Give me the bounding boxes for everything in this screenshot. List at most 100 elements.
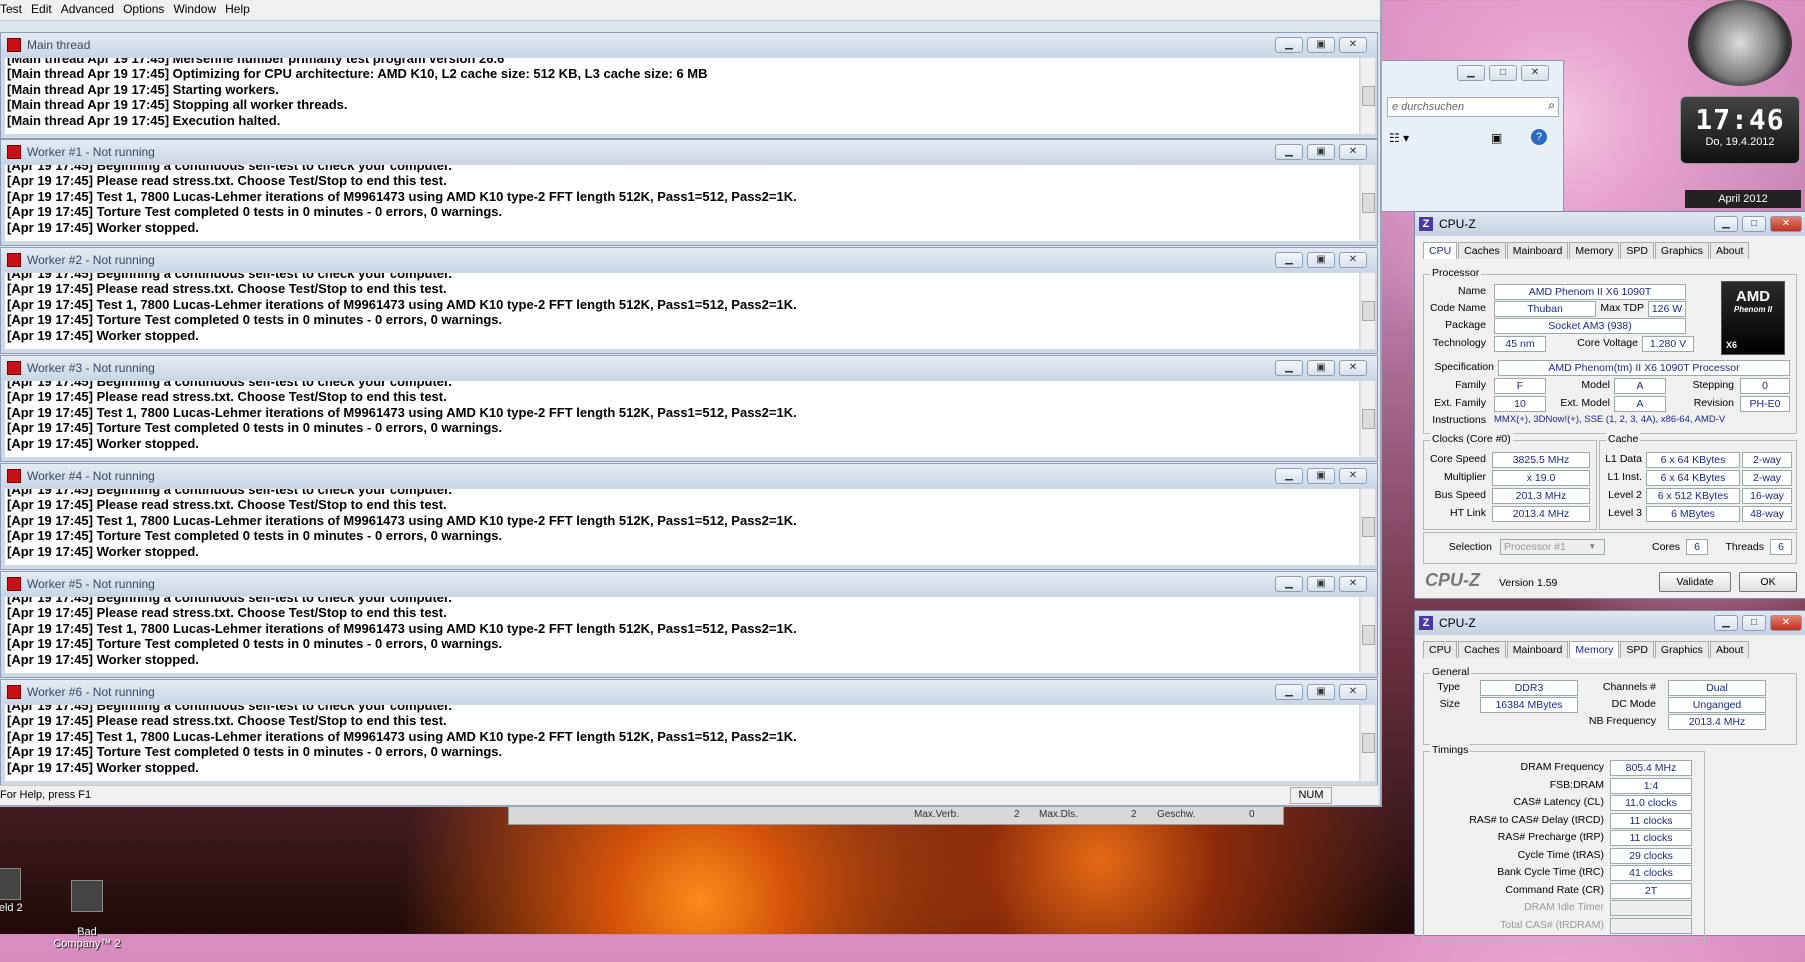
tab-memory[interactable]: Memory bbox=[1569, 242, 1620, 259]
chevron-down-icon[interactable]: ▾ bbox=[1590, 541, 1595, 552]
menu-help[interactable]: Help bbox=[225, 0, 259, 20]
close-icon[interactable]: ✕ bbox=[1770, 615, 1802, 631]
tab-about[interactable]: About bbox=[1709, 242, 1750, 259]
restore-icon[interactable]: ▣ bbox=[1307, 468, 1335, 484]
scrollbar-thumb[interactable] bbox=[1362, 733, 1375, 753]
minimize-icon[interactable]: ▁ bbox=[1275, 684, 1303, 700]
log-output[interactable]: [Apr 19 17:45] Beginning a continuous se… bbox=[5, 273, 1359, 349]
minimize-icon[interactable]: ▁ bbox=[1714, 615, 1738, 631]
restore-icon[interactable]: ▣ bbox=[1307, 360, 1335, 376]
scrollbar-thumb[interactable] bbox=[1362, 625, 1375, 645]
tab-spd[interactable]: SPD bbox=[1620, 641, 1654, 658]
scrollbar-thumb[interactable] bbox=[1362, 409, 1375, 429]
level3-value: 6 MBytes bbox=[1646, 506, 1740, 522]
log-line: [Apr 19 17:45] Beginning a continuous se… bbox=[7, 381, 452, 389]
minimize-icon[interactable]: ▁ bbox=[1275, 468, 1303, 484]
prime95-app-icon bbox=[7, 685, 21, 699]
minimize-icon[interactable]: ▁ bbox=[1714, 216, 1738, 232]
log-output[interactable]: [Main thread Apr 19 17:45] Mersenne numb… bbox=[5, 58, 1359, 134]
menu-window[interactable]: Window bbox=[173, 0, 225, 20]
minimize-icon[interactable]: ▁ bbox=[1275, 144, 1303, 160]
view-options-icon[interactable]: ☷ ▾ bbox=[1389, 131, 1409, 145]
close-icon[interactable]: ✕ bbox=[1339, 252, 1367, 268]
close-icon[interactable]: ✕ bbox=[1339, 360, 1367, 376]
help-icon[interactable]: ? bbox=[1531, 129, 1547, 145]
log-output[interactable]: [Apr 19 17:45] Beginning a continuous se… bbox=[5, 381, 1359, 457]
family-value: F bbox=[1494, 378, 1546, 394]
restore-icon[interactable]: ▣ bbox=[1307, 37, 1335, 53]
maximize-icon[interactable]: □ bbox=[1742, 615, 1766, 631]
tab-spd[interactable]: SPD bbox=[1620, 242, 1654, 259]
tab-caches[interactable]: Caches bbox=[1458, 242, 1506, 259]
ok-button[interactable]: OK bbox=[1739, 572, 1797, 592]
cpuz-window-buttons: ▁ □ ✕ bbox=[1714, 216, 1802, 232]
scrollbar-thumb[interactable] bbox=[1362, 301, 1375, 321]
desktop-icon-bad-company[interactable]: Bad Company™ 2 bbox=[52, 868, 122, 962]
log-output[interactable]: [Apr 19 17:45] Beginning a continuous se… bbox=[5, 165, 1359, 241]
tab-memory[interactable]: Memory bbox=[1569, 641, 1620, 658]
vertical-scrollbar[interactable] bbox=[1360, 597, 1375, 673]
prime95-app-icon bbox=[7, 253, 21, 267]
minimize-icon[interactable]: ▁ bbox=[1275, 37, 1303, 53]
log-output[interactable]: [Apr 19 17:45] Beginning a continuous se… bbox=[5, 597, 1359, 673]
tab-about[interactable]: About bbox=[1709, 641, 1750, 658]
tab-graphics[interactable]: Graphics bbox=[1654, 641, 1709, 658]
l1-data-ways: 2-way bbox=[1742, 452, 1792, 468]
log-output[interactable]: [Apr 19 17:45] Beginning a continuous se… bbox=[5, 489, 1359, 565]
restore-icon[interactable]: ▣ bbox=[1307, 684, 1335, 700]
dc-mode-label: DC Mode bbox=[1611, 698, 1656, 710]
close-icon[interactable]: ✕ bbox=[1339, 576, 1367, 592]
package-label: Package bbox=[1445, 319, 1486, 331]
minimize-icon[interactable]: ▁ bbox=[1275, 576, 1303, 592]
timing-label: RAS# Precharge (tRP) bbox=[1497, 831, 1604, 843]
minimize-icon[interactable]: ▁ bbox=[1457, 65, 1485, 81]
ht-link-label: HT Link bbox=[1450, 507, 1486, 519]
validate-button[interactable]: Validate bbox=[1659, 572, 1731, 592]
tab-graphics[interactable]: Graphics bbox=[1654, 242, 1709, 259]
menu-options[interactable]: Options bbox=[123, 0, 173, 20]
tab-mainboard[interactable]: Mainboard bbox=[1506, 242, 1569, 259]
vertical-scrollbar[interactable] bbox=[1360, 705, 1375, 781]
prime95-app-icon bbox=[7, 469, 21, 483]
tab-cpu[interactable]: CPU bbox=[1423, 641, 1458, 658]
log-line: [Apr 19 17:45] Please read stress.txt. C… bbox=[7, 605, 447, 620]
close-icon[interactable]: ✕ bbox=[1339, 144, 1367, 160]
minimize-icon[interactable]: ▁ bbox=[1275, 252, 1303, 268]
restore-icon[interactable]: ▣ bbox=[1307, 252, 1335, 268]
restore-icon[interactable]: ▣ bbox=[1307, 144, 1335, 160]
menu-test[interactable]: Test bbox=[0, 0, 31, 20]
tab-mainboard[interactable]: Mainboard bbox=[1506, 641, 1569, 658]
minimize-icon[interactable]: ▁ bbox=[1275, 360, 1303, 376]
desktop-icon-battlefield[interactable]: efield 2 bbox=[0, 868, 40, 914]
code-name-label: Code Name bbox=[1429, 302, 1486, 314]
close-icon[interactable]: ✕ bbox=[1521, 65, 1549, 81]
explorer-search-input[interactable]: e durchsuchen bbox=[1387, 97, 1559, 117]
close-icon[interactable]: ✕ bbox=[1339, 468, 1367, 484]
tab-cpu[interactable]: CPU bbox=[1423, 242, 1458, 259]
clock-time: 17:46 bbox=[1695, 103, 1785, 136]
maximize-icon[interactable]: □ bbox=[1489, 65, 1517, 81]
scrollbar-thumb[interactable] bbox=[1362, 193, 1375, 213]
close-icon[interactable]: ✕ bbox=[1339, 37, 1367, 53]
vertical-scrollbar[interactable] bbox=[1360, 381, 1375, 457]
vertical-scrollbar[interactable] bbox=[1360, 58, 1375, 134]
close-icon[interactable]: ✕ bbox=[1770, 216, 1802, 232]
scrollbar-thumb[interactable] bbox=[1362, 86, 1375, 106]
preview-pane-icon[interactable]: ▣ bbox=[1491, 131, 1502, 145]
vertical-scrollbar[interactable] bbox=[1360, 273, 1375, 349]
bus-speed-label: Bus Speed bbox=[1434, 489, 1486, 501]
close-icon[interactable]: ✕ bbox=[1339, 684, 1367, 700]
menu-edit[interactable]: Edit bbox=[31, 0, 61, 20]
vertical-scrollbar[interactable] bbox=[1360, 489, 1375, 565]
log-output[interactable]: [Apr 19 17:45] Beginning a continuous se… bbox=[5, 705, 1359, 781]
tab-caches[interactable]: Caches bbox=[1458, 641, 1506, 658]
maximize-icon[interactable]: □ bbox=[1742, 216, 1766, 232]
nb-frequency-label: NB Frequency bbox=[1588, 715, 1656, 727]
log-line: [Apr 19 17:45] Beginning a continuous se… bbox=[7, 273, 452, 281]
log-line: [Apr 19 17:45] Test 1, 7800 Lucas-Lehmer… bbox=[7, 296, 797, 312]
menu-advanced[interactable]: Advanced bbox=[61, 0, 123, 20]
vertical-scrollbar[interactable] bbox=[1360, 165, 1375, 241]
search-icon[interactable]: ⌕ bbox=[1548, 98, 1555, 113]
scrollbar-thumb[interactable] bbox=[1362, 517, 1375, 537]
restore-icon[interactable]: ▣ bbox=[1307, 576, 1335, 592]
